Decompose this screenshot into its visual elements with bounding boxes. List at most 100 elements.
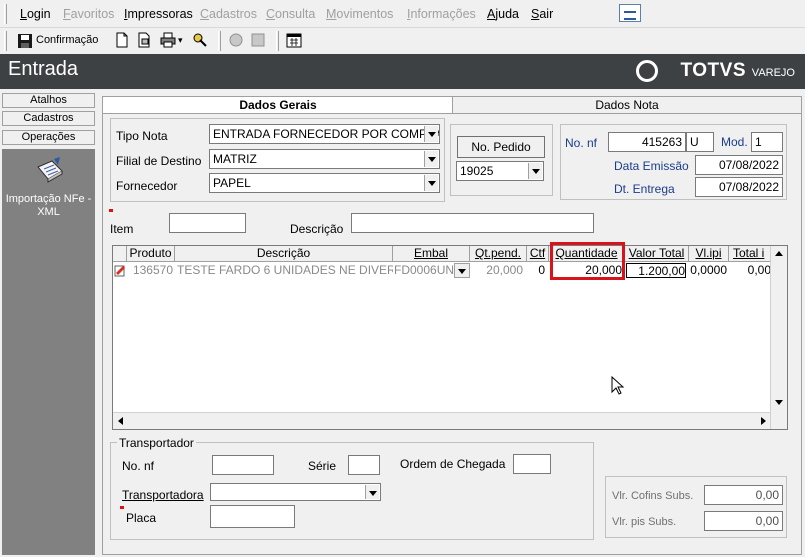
scroll-left-icon[interactable] <box>118 417 123 425</box>
fornecedor-value: PAPEL <box>213 176 251 190</box>
menu-impressoras[interactable]: Impressoras <box>124 7 193 21</box>
grid-header-valor-total[interactable]: Valor Total <box>625 246 689 262</box>
no-pedido-button[interactable]: No. Pedido <box>457 136 545 158</box>
brand-logo: TOTVS VAREJO <box>681 60 795 82</box>
tools-icon[interactable] <box>192 32 208 48</box>
menu-login[interactable]: Login <box>20 7 51 21</box>
cell-qt-pend[interactable]: 20,000 <box>470 263 523 278</box>
scroll-down-icon[interactable] <box>775 400 783 405</box>
cell-valor-total[interactable]: 1.200,00 <box>626 263 686 278</box>
tab-dados-gerais-label: Dados Gerais <box>239 98 317 112</box>
calendar-icon[interactable] <box>286 32 302 48</box>
filial-label: Filial de Destino <box>116 154 202 168</box>
window-list-icon[interactable] <box>619 4 641 22</box>
menu-sair[interactable]: Sair <box>531 7 553 21</box>
nf-number-input[interactable]: 415263 <box>608 132 686 152</box>
cell-produto[interactable]: 136570 <box>127 263 173 278</box>
placa-label: Placa <box>126 511 157 525</box>
cell-vl-ipi[interactable]: 0,0000 <box>690 263 727 278</box>
new-document-icon[interactable] <box>114 32 130 48</box>
transport-group-label: Transportador <box>117 436 196 450</box>
left-tab-atalhos-label: Atalhos <box>30 94 67 106</box>
grid-header-produto[interactable]: Produto <box>127 246 175 262</box>
cell-total-i[interactable]: 0,00 <box>730 263 771 278</box>
confirm-button[interactable]: Confirmação <box>16 32 106 50</box>
cell-ctf[interactable]: 0 <box>527 263 545 278</box>
pedido-group <box>450 124 553 196</box>
chevron-down-icon[interactable] <box>528 163 542 179</box>
menu-grip <box>4 4 7 24</box>
brand-name: TOTVS <box>680 60 747 81</box>
scroll-right-icon[interactable] <box>761 417 766 425</box>
chevron-down-icon[interactable] <box>424 151 438 167</box>
left-tab-atalhos[interactable]: Atalhos <box>2 93 95 108</box>
toolbar-separator <box>218 31 221 51</box>
mod-input[interactable]: 1 <box>751 132 783 152</box>
grid-vertical-scrollbar[interactable] <box>770 246 787 429</box>
left-tab-cadastros[interactable]: Cadastros <box>2 111 95 126</box>
import-nfe-label: Importação NFe -XML <box>5 193 92 218</box>
grid-header-total-i-label: Total i <box>733 246 765 260</box>
nf-number-label: No. nf <box>565 136 598 150</box>
menu-sair-label: air <box>539 7 554 21</box>
filial-select[interactable]: MATRIZ <box>209 149 440 169</box>
grid-header-vl-ipi[interactable]: Vl.ipi <box>689 246 729 262</box>
grid-header-embal-label: Embal <box>413 246 448 260</box>
cell-embal[interactable]: FD0006UN <box>394 263 454 278</box>
chevron-down-icon[interactable] <box>424 126 438 142</box>
menu-consulta[interactable]: Consulta <box>266 7 315 21</box>
chevron-down-icon[interactable] <box>424 175 438 191</box>
open-document-icon[interactable] <box>136 32 152 48</box>
item-input[interactable] <box>169 213 246 233</box>
items-grid[interactable]: Produto Descrição Embal Qt.pend. Ctf Qua… <box>112 245 788 430</box>
pis-input[interactable]: 0,00 <box>704 511 783 531</box>
grid-header-descricao[interactable]: Descrição <box>175 246 393 262</box>
menu-favoritos[interactable]: Favoritos <box>63 7 114 21</box>
cofins-input[interactable]: 0,00 <box>704 485 783 505</box>
menu-informacoes[interactable]: Informações <box>407 7 476 21</box>
grid-header-descricao-label: Descrição <box>256 246 311 260</box>
print-icon[interactable] <box>160 32 176 48</box>
nf-serie-value: U <box>690 135 699 149</box>
transport-serie-input[interactable] <box>348 455 380 475</box>
grid-horizontal-scrollbar[interactable] <box>113 412 770 429</box>
save-icon <box>18 34 32 48</box>
grid-header-qt-pend-label: Qt.pend. <box>474 246 522 260</box>
brand-sub: VAREJO <box>751 67 795 79</box>
transportadora-select[interactable] <box>210 483 381 501</box>
menu-cadastros-mnemonic: C <box>200 7 210 21</box>
tab-dados-gerais[interactable]: Dados Gerais <box>102 96 454 114</box>
tipo-nota-select[interactable]: ENTRADA FORNECEDOR POR COMPRAS <box>209 124 440 144</box>
menu-movimentos[interactable]: Movimentos <box>326 7 393 21</box>
toolbar-grip <box>4 31 7 51</box>
menu-ajuda-label: juda <box>495 7 519 21</box>
left-tab-operacoes[interactable]: Operações <box>2 130 95 145</box>
menu-consulta-mnemonic: C <box>266 7 276 21</box>
chevron-down-icon[interactable] <box>365 485 379 499</box>
entrega-input[interactable]: 07/08/2022 <box>695 177 783 197</box>
grid-header-ctf[interactable]: Ctf <box>527 246 549 262</box>
ordem-chegada-input[interactable] <box>513 454 551 474</box>
embal-dropdown[interactable] <box>454 263 470 278</box>
mod-value: 1 <box>755 135 762 149</box>
fornecedor-select[interactable]: PAPEL <box>209 173 440 193</box>
cell-descricao[interactable]: TESTE FARDO 6 UNIDADES NE DIVERS <box>177 263 393 278</box>
print-dropdown-icon[interactable]: ▾ <box>178 35 183 46</box>
emissao-input[interactable]: 07/08/2022 <box>695 155 783 175</box>
placa-input[interactable] <box>210 505 295 528</box>
quantidade-highlight-box <box>550 242 625 280</box>
nfe-import-icon <box>37 157 63 183</box>
transport-nf-input[interactable] <box>212 455 274 475</box>
no-pedido-label: No. Pedido <box>471 140 531 154</box>
nf-serie-input[interactable]: U <box>686 132 714 152</box>
menu-ajuda[interactable]: Ajuda <box>487 7 519 21</box>
descricao-input[interactable] <box>351 213 594 233</box>
grid-header-embal[interactable]: Embal <box>393 246 470 262</box>
scroll-up-icon[interactable] <box>775 251 783 256</box>
tab-dados-nota[interactable]: Dados Nota <box>452 96 802 114</box>
grid-header-total-i[interactable]: Total i <box>729 246 772 262</box>
operations-panel: Importação NFe -XML <box>2 149 95 555</box>
menu-cadastros[interactable]: Cadastros <box>200 7 257 21</box>
pedido-select[interactable]: 19025 <box>456 161 544 181</box>
grid-header-qt-pend[interactable]: Qt.pend. <box>470 246 527 262</box>
